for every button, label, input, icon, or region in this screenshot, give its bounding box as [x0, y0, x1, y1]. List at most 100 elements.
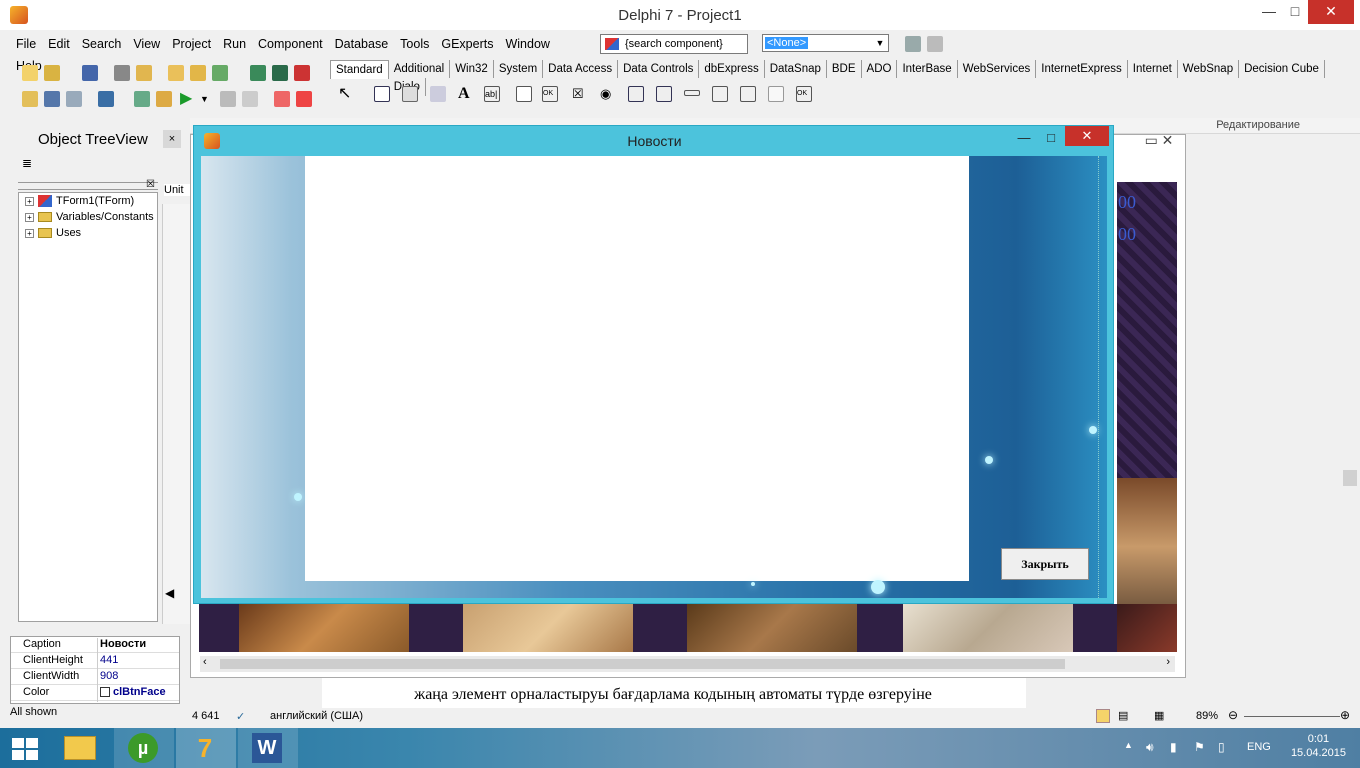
- tab-system[interactable]: System: [494, 60, 544, 78]
- tree-node-uses[interactable]: + Uses: [25, 227, 81, 239]
- step-icon[interactable]: [296, 91, 312, 107]
- tab-internetexpress[interactable]: InternetExpress: [1036, 60, 1128, 78]
- tab-decision-cube[interactable]: Decision Cube: [1239, 60, 1325, 78]
- memo-icon[interactable]: [516, 86, 532, 102]
- tab-data-controls[interactable]: Data Controls: [618, 60, 700, 78]
- checkbox-icon[interactable]: ☒: [572, 86, 588, 102]
- pause-icon[interactable]: [220, 91, 236, 107]
- view-unit-icon[interactable]: [22, 91, 38, 107]
- clock[interactable]: 0:01 15.04.2015: [1291, 732, 1346, 760]
- actionlist-icon[interactable]: OK: [796, 86, 812, 102]
- print-layout-icon[interactable]: [1096, 709, 1110, 723]
- edit-icon[interactable]: ab|: [484, 86, 500, 102]
- property-value[interactable]: clBtnFace: [97, 686, 179, 702]
- language-indicator[interactable]: ENG: [1247, 741, 1271, 753]
- property-value[interactable]: 441: [97, 654, 179, 670]
- save-all-icon[interactable]: [114, 65, 130, 81]
- inspector-row[interactable]: Caption Новости: [11, 637, 179, 654]
- document-vertical-scrollbar[interactable]: [1340, 160, 1360, 700]
- view-form-icon[interactable]: [44, 91, 60, 107]
- designer-close-button[interactable]: ▭ ✕: [1134, 132, 1184, 154]
- menu-tools[interactable]: Tools: [394, 33, 435, 55]
- network-icon[interactable]: ▮: [1170, 740, 1177, 754]
- menu-database[interactable]: Database: [329, 33, 395, 55]
- tray-chevron-icon[interactable]: ▲: [1124, 740, 1133, 750]
- tab-webservices[interactable]: WebServices: [958, 60, 1037, 78]
- chevron-left-icon[interactable]: ◀: [165, 586, 174, 600]
- zoom-out-icon[interactable]: ⊖: [1228, 708, 1238, 722]
- panel-icon[interactable]: [768, 86, 784, 102]
- frame-icon[interactable]: [374, 86, 390, 102]
- news-memo[interactable]: [305, 156, 969, 581]
- dialog-minimize-button[interactable]: —: [1010, 130, 1038, 150]
- tab-standard[interactable]: Standard: [330, 60, 389, 79]
- taskbar-delphi[interactable]: 7: [176, 728, 236, 768]
- language-status[interactable]: английский (США): [270, 710, 363, 722]
- help-3-icon[interactable]: [294, 65, 310, 81]
- radiogroup-icon[interactable]: [740, 86, 756, 102]
- tab-win32[interactable]: Win32: [450, 60, 494, 78]
- menu-view[interactable]: View: [127, 33, 166, 55]
- tab-additional[interactable]: Additional: [389, 60, 451, 78]
- help-icon[interactable]: [250, 65, 266, 81]
- close-button[interactable]: ✕: [1308, 0, 1354, 24]
- toggle-icon[interactable]: [66, 91, 82, 107]
- close-icon[interactable]: ☒: [146, 179, 155, 190]
- mainmenu-icon[interactable]: [402, 86, 418, 102]
- open-icon[interactable]: [44, 65, 60, 81]
- groupbox-icon[interactable]: [712, 86, 728, 102]
- horizontal-scrollbar[interactable]: ‹ ›: [200, 656, 1175, 672]
- add-file-icon[interactable]: [168, 65, 184, 81]
- menu-window[interactable]: Window: [499, 33, 555, 55]
- menu-project[interactable]: Project: [166, 33, 217, 55]
- web-layout-icon[interactable]: ▦: [1154, 709, 1164, 722]
- object-selector-dropdown[interactable]: <None> ▼: [762, 34, 889, 52]
- button-icon[interactable]: OK: [542, 86, 558, 102]
- list-icon[interactable]: ≣: [22, 156, 36, 170]
- menu-component[interactable]: Component: [252, 33, 329, 55]
- toolbar-icon-b[interactable]: [927, 36, 943, 52]
- chevron-right-icon[interactable]: ›: [1166, 656, 1170, 668]
- scrollbar-icon[interactable]: [684, 90, 700, 96]
- chevron-down-icon[interactable]: ▼: [873, 36, 887, 50]
- tab-bde[interactable]: BDE: [827, 60, 862, 78]
- menu-gexperts[interactable]: GExperts: [435, 33, 499, 55]
- volume-icon[interactable]: 🔊︎: [1146, 740, 1154, 755]
- maximize-button[interactable]: □: [1278, 0, 1312, 24]
- tab-dbexpress[interactable]: dbExpress: [699, 60, 765, 78]
- battery-icon[interactable]: ▯: [1218, 740, 1225, 754]
- tab-datasnap[interactable]: DataSnap: [765, 60, 827, 78]
- taskbar-utorrent[interactable]: µ: [114, 728, 174, 768]
- taskbar-word[interactable]: W: [238, 728, 298, 768]
- debug-icon[interactable]: [134, 91, 150, 107]
- help-2-icon[interactable]: [272, 65, 288, 81]
- close-news-button[interactable]: Закрыть: [1001, 548, 1089, 580]
- read-mode-icon[interactable]: ▤: [1118, 709, 1128, 722]
- tab-ado[interactable]: ADO: [862, 60, 898, 78]
- menu-search[interactable]: Search: [76, 33, 128, 55]
- component-search-input[interactable]: {search component}: [600, 34, 748, 54]
- remove-file-icon[interactable]: [190, 65, 206, 81]
- scrollbar-thumb[interactable]: [220, 659, 1065, 669]
- zoom-slider[interactable]: [1244, 716, 1340, 717]
- menu-run[interactable]: Run: [217, 33, 252, 55]
- menu-edit[interactable]: Edit: [42, 33, 76, 55]
- debug-2-icon[interactable]: [156, 91, 172, 107]
- tree-node-variables[interactable]: + Variables/Constants: [25, 211, 154, 223]
- new-icon[interactable]: [22, 65, 38, 81]
- spellcheck-icon[interactable]: ✓: [236, 710, 245, 723]
- toolbar-icon-a[interactable]: [905, 36, 921, 52]
- zoom-in-icon[interactable]: ⊕: [1340, 708, 1350, 722]
- trace-icon[interactable]: [274, 91, 290, 107]
- tab-data-access[interactable]: Data Access: [543, 60, 619, 78]
- chevron-left-icon[interactable]: ‹: [203, 656, 207, 668]
- inspector-row[interactable]: Color clBtnFace: [11, 685, 179, 702]
- flag-icon[interactable]: ⚑: [1194, 740, 1205, 754]
- inspector-row[interactable]: ClientWidth 908: [11, 669, 179, 686]
- tab-internet[interactable]: Internet: [1128, 60, 1178, 78]
- pointer-icon[interactable]: ↖: [338, 86, 354, 102]
- stop-icon[interactable]: [242, 91, 258, 107]
- scrollbar-thumb[interactable]: [1343, 470, 1357, 486]
- listbox-icon[interactable]: [628, 86, 644, 102]
- property-value[interactable]: 908: [97, 670, 179, 686]
